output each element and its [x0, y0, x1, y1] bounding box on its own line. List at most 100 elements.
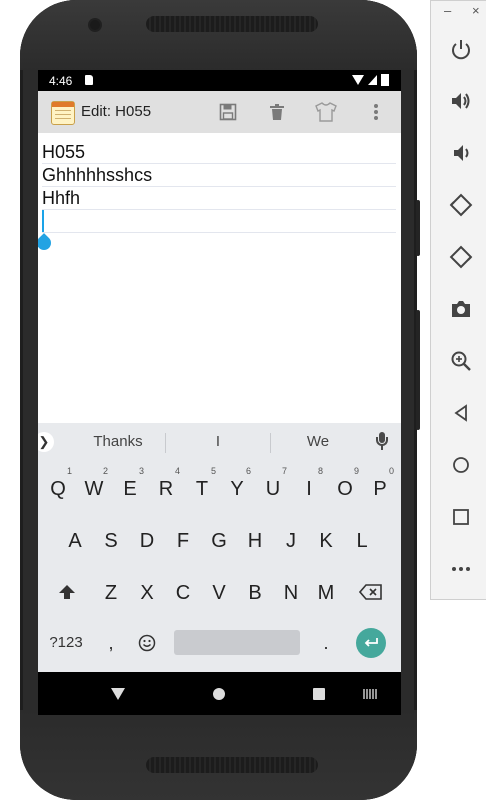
key-d[interactable]: D: [132, 526, 162, 556]
key-hint: 0: [388, 466, 394, 476]
expand-suggestions-button[interactable]: ❯: [38, 432, 54, 452]
phone-top: [20, 0, 417, 70]
shirt-icon: [315, 102, 337, 122]
sd-card-icon: [85, 75, 93, 85]
period-key[interactable]: .: [311, 628, 341, 658]
home-icon[interactable]: [447, 451, 475, 479]
symbols-key[interactable]: ?123: [44, 630, 88, 655]
key-y[interactable]: Y6: [222, 466, 252, 504]
key-k[interactable]: K: [311, 526, 341, 556]
soft-keyboard: ❯ Thanks I We Q1 W2 E3 R4 T5 Y6 U7 I8 O9…: [38, 423, 401, 672]
key-z[interactable]: Z: [96, 578, 126, 608]
camera-icon[interactable]: [447, 295, 475, 323]
key-v[interactable]: V: [204, 578, 234, 608]
key-h[interactable]: H: [240, 526, 270, 556]
key-label: T: [195, 478, 209, 500]
volume-up-icon[interactable]: [447, 87, 475, 115]
key-u[interactable]: U7: [258, 466, 288, 504]
key-q[interactable]: Q1: [43, 466, 73, 504]
suggestion-we[interactable]: We: [298, 433, 338, 450]
key-j[interactable]: J: [276, 526, 306, 556]
trash-icon: [270, 104, 284, 120]
key-g[interactable]: G: [204, 526, 234, 556]
minimize-button[interactable]: –: [444, 3, 451, 18]
navigation-bar: [38, 672, 401, 715]
backspace-key[interactable]: [356, 577, 386, 607]
key-l[interactable]: L: [347, 526, 377, 556]
more-icon[interactable]: [447, 555, 475, 583]
key-o[interactable]: O9: [330, 466, 360, 504]
save-button[interactable]: [215, 99, 241, 125]
key-s[interactable]: S: [96, 526, 126, 556]
editor-line[interactable]: Hhfh: [42, 187, 396, 210]
keyboard-switch-icon[interactable]: [363, 689, 377, 699]
cursor-handle[interactable]: [38, 233, 54, 253]
editor-line[interactable]: Ghhhhhsshcs: [42, 164, 396, 187]
zoom-icon[interactable]: [447, 347, 475, 375]
key-hint: 5: [210, 466, 216, 476]
more-vert-icon: [374, 104, 378, 120]
chevron-right-icon: ❯: [38, 434, 50, 449]
key-hint: 1: [66, 466, 72, 476]
nav-back-icon[interactable]: [111, 688, 125, 700]
front-camera: [90, 20, 100, 30]
save-icon: [219, 103, 237, 121]
key-c[interactable]: C: [168, 578, 198, 608]
key-a[interactable]: A: [60, 526, 90, 556]
nav-home-icon[interactable]: [213, 688, 225, 700]
text-cursor: [42, 210, 44, 232]
enter-icon: [364, 638, 378, 647]
key-p[interactable]: P0: [365, 466, 395, 504]
key-w[interactable]: W2: [79, 466, 109, 504]
space-key[interactable]: [174, 630, 300, 655]
notepad-app-icon[interactable]: [51, 101, 75, 125]
key-hint: 2: [102, 466, 108, 476]
suggestion-strip: ❯ Thanks I We: [38, 423, 401, 462]
overflow-menu-button[interactable]: [363, 99, 389, 125]
delete-button[interactable]: [264, 99, 290, 125]
microphone-icon[interactable]: [376, 432, 388, 452]
emoji-key[interactable]: [134, 628, 160, 658]
suggestion-divider: [165, 433, 166, 453]
note-editor[interactable]: H055 Ghhhhhsshcs Hhfh: [38, 133, 401, 423]
earpiece-speaker: [146, 16, 318, 32]
key-i[interactable]: I8: [294, 466, 324, 504]
comma-key[interactable]: ,: [96, 628, 126, 658]
close-button[interactable]: ×: [472, 3, 480, 18]
volume-down-icon[interactable]: [447, 139, 475, 167]
key-x[interactable]: X: [132, 578, 162, 608]
enter-key[interactable]: [356, 628, 386, 658]
key-m[interactable]: M: [311, 578, 341, 608]
key-f[interactable]: F: [168, 526, 198, 556]
overview-icon[interactable]: [447, 503, 475, 531]
key-hint: 3: [138, 466, 144, 476]
suggestion-thanks[interactable]: Thanks: [78, 433, 158, 450]
key-label: R: [158, 478, 174, 500]
status-icons: [352, 74, 389, 86]
key-b[interactable]: B: [240, 578, 270, 608]
key-r[interactable]: R4: [151, 466, 181, 504]
key-hint: 8: [317, 466, 323, 476]
key-e[interactable]: E3: [115, 466, 145, 504]
key-n[interactable]: N: [276, 578, 306, 608]
key-label: I: [306, 478, 312, 500]
suggestion-divider: [270, 433, 271, 453]
key-hint: 6: [245, 466, 251, 476]
editor-line[interactable]: H055: [42, 141, 396, 164]
rotate-left-icon[interactable]: [447, 191, 475, 219]
rotate-right-icon[interactable]: [447, 243, 475, 271]
key-hint: 4: [174, 466, 180, 476]
volume-side-button: [416, 310, 420, 430]
shift-key[interactable]: [52, 577, 82, 607]
suggestion-i[interactable]: I: [198, 433, 238, 450]
power-icon[interactable]: [447, 35, 475, 63]
theme-button[interactable]: [313, 99, 339, 125]
key-t[interactable]: T5: [187, 466, 217, 504]
back-icon[interactable]: [447, 399, 475, 427]
editor-line[interactable]: [42, 210, 396, 233]
key-label: E: [123, 478, 137, 500]
app-toolbar: Edit: H055: [38, 91, 401, 133]
status-bar: 4:46: [38, 70, 401, 91]
bottom-speaker: [146, 757, 318, 773]
nav-recents-icon[interactable]: [313, 688, 325, 700]
